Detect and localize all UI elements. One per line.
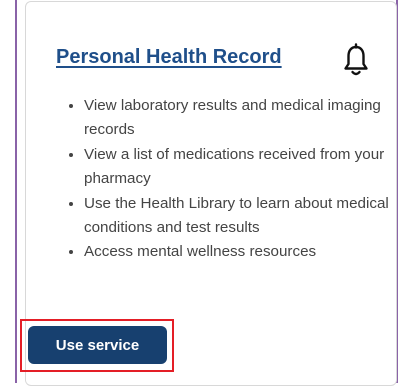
page: Personal Health Record View laboratory r…	[0, 0, 420, 389]
feature-item: View a list of medications received from…	[84, 143, 394, 192]
use-service-button[interactable]: Use service	[28, 326, 167, 364]
bell-icon[interactable]	[342, 43, 370, 77]
feature-item: Access mental wellness resources	[84, 240, 394, 264]
feature-item: Use the Health Library to learn about me…	[84, 192, 394, 241]
service-title-link[interactable]: Personal Health Record	[56, 46, 282, 69]
feature-list: View laboratory results and medical imag…	[66, 94, 394, 265]
feature-item: View laboratory results and medical imag…	[84, 94, 394, 143]
